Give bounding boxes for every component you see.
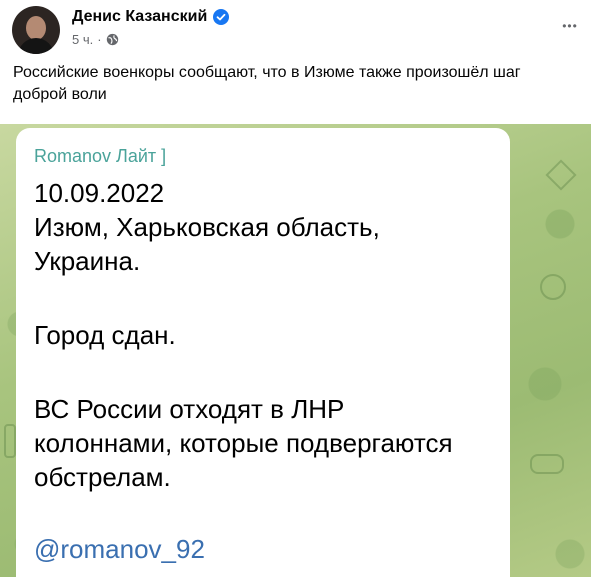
message-line: Изюм, Харьковская область,	[34, 212, 380, 242]
message-line: ВС России отходят в ЛНР	[34, 394, 345, 424]
post-meta: 5 ч. ·	[72, 32, 119, 47]
post-text: Российские военкоры сообщают, что в Изюм…	[13, 64, 521, 103]
more-options-icon: •••	[562, 19, 578, 33]
doodle-shape	[545, 159, 577, 191]
message-line: обстрелам.	[34, 462, 171, 492]
channel-handle-link[interactable]: @romanov_92	[34, 534, 205, 565]
post-timestamp[interactable]: 5 ч.	[72, 32, 93, 47]
message-line: колоннами, которые подвергаются	[34, 428, 453, 458]
avatar-face	[26, 16, 46, 40]
author-name[interactable]: Денис Казанский	[72, 8, 207, 26]
avatar-body	[18, 38, 54, 54]
post-header: Денис Казанский 5 ч. · •••	[12, 6, 582, 54]
channel-name: Romanov Лайт ]	[34, 146, 167, 166]
meta-separator: ·	[97, 32, 102, 47]
message-line: Город сдан.	[34, 320, 176, 350]
post-media-screenshot[interactable]: Romanov Лайт ] 10.09.2022 Изюм, Харьковс…	[0, 124, 591, 577]
message-date: 10.09.2022	[34, 178, 165, 208]
globe-icon	[106, 33, 119, 46]
verified-badge-icon	[213, 9, 230, 25]
author-avatar[interactable]	[12, 6, 60, 54]
telegram-message-bubble: Romanov Лайт ] 10.09.2022 Изюм, Харьковс…	[16, 128, 510, 577]
author-row: Денис Казанский	[72, 8, 230, 26]
doodle-shape	[530, 454, 564, 474]
doodle-shape	[540, 274, 566, 300]
message-line: Украина.	[34, 246, 141, 276]
more-options-button[interactable]: •••	[558, 14, 582, 38]
doodle-shape	[4, 424, 16, 458]
